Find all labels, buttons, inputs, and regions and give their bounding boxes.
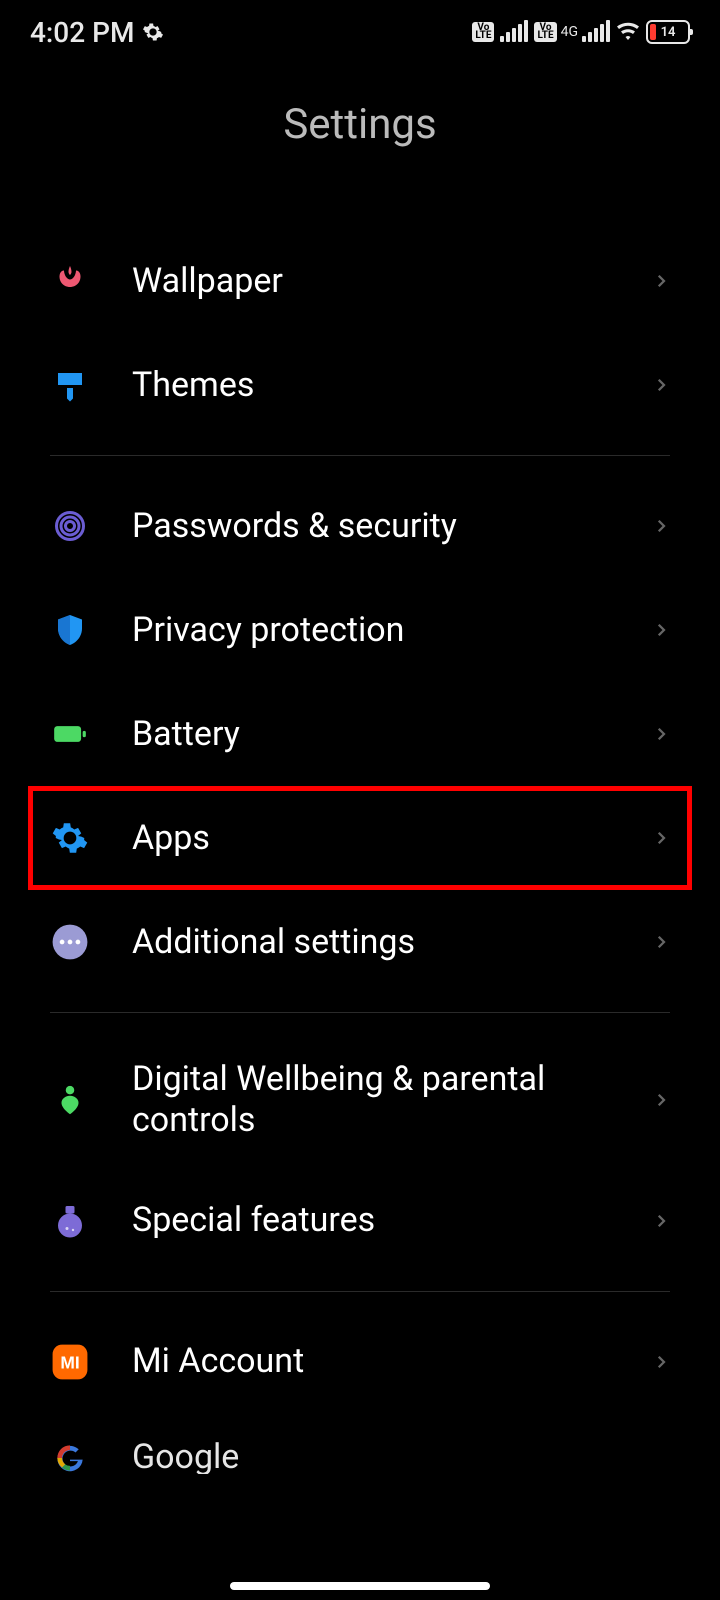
setting-item-special[interactable]: Special features — [0, 1169, 720, 1273]
chevron-right-icon — [652, 376, 670, 394]
wifi-icon — [616, 20, 640, 44]
setting-label: Additional settings — [132, 922, 652, 963]
chevron-right-icon — [652, 1353, 670, 1371]
setting-label: Wallpaper — [132, 261, 652, 302]
setting-item-privacy[interactable]: Privacy protection — [0, 578, 720, 682]
chevron-right-icon — [652, 272, 670, 290]
google-icon — [50, 1438, 90, 1474]
setting-item-apps[interactable]: Apps — [28, 786, 692, 890]
signal-icon — [500, 22, 528, 42]
status-right: VoLTE VoLTE 4G 14 — [472, 20, 690, 44]
signal-icon-2 — [582, 22, 610, 42]
divider — [50, 455, 670, 456]
volte-icon: VoLTE — [472, 22, 494, 42]
setting-item-wallpaper[interactable]: Wallpaper — [0, 229, 720, 333]
settings-list: Wallpaper Themes Passwords & security Pr… — [0, 229, 720, 1474]
divider — [50, 1012, 670, 1013]
setting-label: Privacy protection — [132, 610, 652, 651]
chevron-right-icon — [652, 1091, 670, 1109]
chevron-right-icon — [652, 621, 670, 639]
setting-item-wellbeing[interactable]: Digital Wellbeing & parental controls — [0, 1031, 720, 1169]
chevron-right-icon — [652, 517, 670, 535]
time-label: 4:02 PM — [30, 16, 134, 49]
setting-label: Special features — [132, 1200, 652, 1241]
chevron-right-icon — [652, 829, 670, 847]
divider — [50, 1291, 670, 1292]
setting-label: Google — [132, 1437, 670, 1473]
gear-icon — [142, 21, 164, 43]
page-title: Settings — [0, 100, 720, 149]
setting-item-themes[interactable]: Themes — [0, 333, 720, 437]
status-bar: 4:02 PM VoLTE VoLTE 4G 14 — [0, 0, 720, 60]
battery-icon — [50, 714, 90, 754]
person-heart-icon — [50, 1080, 90, 1120]
chevron-right-icon — [652, 1212, 670, 1230]
setting-item-passwords[interactable]: Passwords & security — [0, 474, 720, 578]
battery-icon: 14 — [646, 20, 690, 44]
setting-label: Passwords & security — [132, 506, 652, 547]
setting-item-additional[interactable]: Additional settings — [0, 890, 720, 994]
setting-label: Apps — [132, 818, 652, 859]
network-type-label: 4G — [561, 24, 578, 40]
setting-label: Battery — [132, 714, 652, 755]
setting-label: Digital Wellbeing & parental controls — [132, 1059, 652, 1141]
setting-label: Mi Account — [132, 1341, 652, 1382]
setting-item-battery[interactable]: Battery — [0, 682, 720, 786]
gear-icon — [50, 818, 90, 858]
flask-icon — [50, 1201, 90, 1241]
brush-icon — [50, 365, 90, 405]
chevron-right-icon — [652, 725, 670, 743]
shield-icon — [50, 610, 90, 650]
battery-level: 14 — [648, 25, 688, 40]
nav-indicator[interactable] — [230, 1582, 490, 1590]
setting-item-google[interactable]: Google — [0, 1414, 720, 1474]
volte-icon-2: VoLTE — [534, 22, 556, 42]
svg-text:MI: MI — [60, 1352, 79, 1372]
setting-label: Themes — [132, 365, 652, 406]
dots-icon — [50, 922, 90, 962]
status-left: 4:02 PM — [30, 16, 164, 49]
setting-item-mi-account[interactable]: MI Mi Account — [0, 1310, 720, 1414]
mi-icon: MI — [50, 1342, 90, 1382]
fingerprint-icon — [50, 506, 90, 546]
tulip-icon — [50, 261, 90, 301]
chevron-right-icon — [652, 933, 670, 951]
